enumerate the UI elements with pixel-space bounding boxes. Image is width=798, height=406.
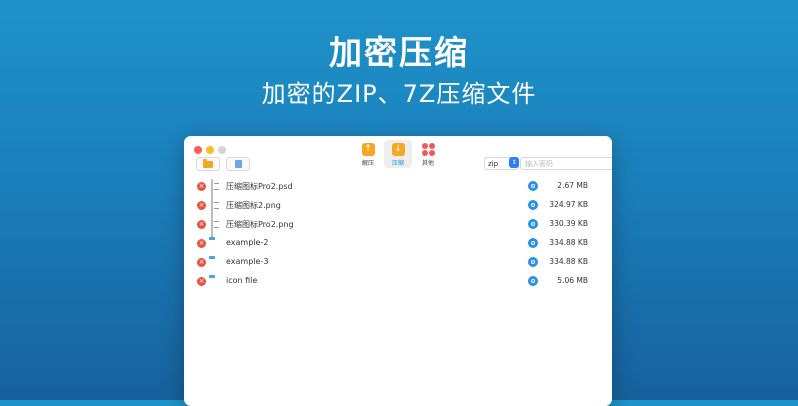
file-name: 压缩图标Pro2.png (226, 220, 294, 229)
file-row[interactable]: × 压缩图标Pro2.psd 2.67 MB (184, 178, 612, 200)
grid-dots-icon (421, 143, 435, 156)
tool-compress-label: 压缩 (391, 160, 404, 167)
tool-extract[interactable]: ↑ 解压 (354, 140, 382, 168)
folder-icon (203, 158, 213, 168)
hero-title: 加密压缩 (329, 33, 469, 72)
tool-other[interactable]: 其他 (414, 140, 442, 168)
remove-icon[interactable]: × (197, 239, 206, 248)
file-size: 5.06 MB (557, 276, 588, 285)
file-size: 2.67 MB (557, 181, 588, 190)
open-folder-button[interactable] (196, 157, 220, 171)
file-name: icon file (226, 276, 258, 285)
file-size: 334.88 KB (549, 238, 588, 247)
tool-compress[interactable]: ↓ 压缩 (384, 140, 412, 168)
file-row[interactable]: × example-3 334.88 KB (184, 254, 612, 272)
file-name: example-3 (226, 257, 269, 266)
extract-arrow-up-icon: ↑ (361, 143, 375, 156)
password-input[interactable] (520, 157, 612, 170)
format-select-value: zip (488, 159, 499, 168)
remove-icon[interactable]: × (197, 258, 206, 267)
file-name: example-2 (226, 238, 269, 247)
close-window-button[interactable] (194, 146, 202, 154)
preview-magnifier-icon[interactable] (528, 238, 538, 248)
app-window: ↑ 解压 ↓ 压缩 其他 zip ↕ × 压缩图标Pro2.psd 2.67 M… (184, 136, 612, 406)
hero-subtitle: 加密的ZIP、7Z压缩文件 (261, 80, 537, 108)
file-row[interactable]: × example-2 334.88 KB (184, 235, 612, 253)
file-size: 324.97 KB (549, 200, 588, 209)
preview-magnifier-icon[interactable] (528, 219, 538, 229)
file-name: 压缩图标2.png (226, 201, 281, 210)
minimize-window-button[interactable] (206, 146, 214, 154)
preview-magnifier-icon[interactable] (528, 200, 538, 210)
document-icon (234, 160, 242, 168)
format-select[interactable]: zip ↕ (484, 157, 519, 170)
file-row[interactable]: × 压缩图标Pro2.png 330.39 KB (184, 216, 612, 238)
tool-extract-label: 解压 (361, 160, 374, 167)
preview-magnifier-icon[interactable] (528, 181, 538, 191)
compress-arrow-down-icon: ↓ (391, 143, 405, 156)
chevron-updown-icon: ↕ (509, 157, 519, 168)
file-name: 压缩图标Pro2.psd (226, 182, 293, 191)
toolbar: ↑ 解压 ↓ 压缩 其他 zip ↕ (184, 136, 612, 174)
zoom-window-button[interactable] (218, 146, 226, 154)
file-row[interactable]: × 压缩图标2.png 324.97 KB (184, 197, 612, 219)
file-row[interactable]: × icon file 5.06 MB (184, 273, 612, 291)
file-size: 330.39 KB (549, 219, 588, 228)
file-size: 334.88 KB (549, 257, 588, 266)
remove-icon[interactable]: × (197, 277, 206, 286)
remove-icon[interactable]: × (197, 220, 206, 229)
preview-magnifier-icon[interactable] (528, 276, 538, 286)
remove-icon[interactable]: × (197, 182, 206, 191)
tool-other-label: 其他 (421, 160, 434, 167)
preview-magnifier-icon[interactable] (528, 257, 538, 267)
remove-icon[interactable]: × (197, 201, 206, 210)
add-file-button[interactable] (226, 157, 250, 171)
